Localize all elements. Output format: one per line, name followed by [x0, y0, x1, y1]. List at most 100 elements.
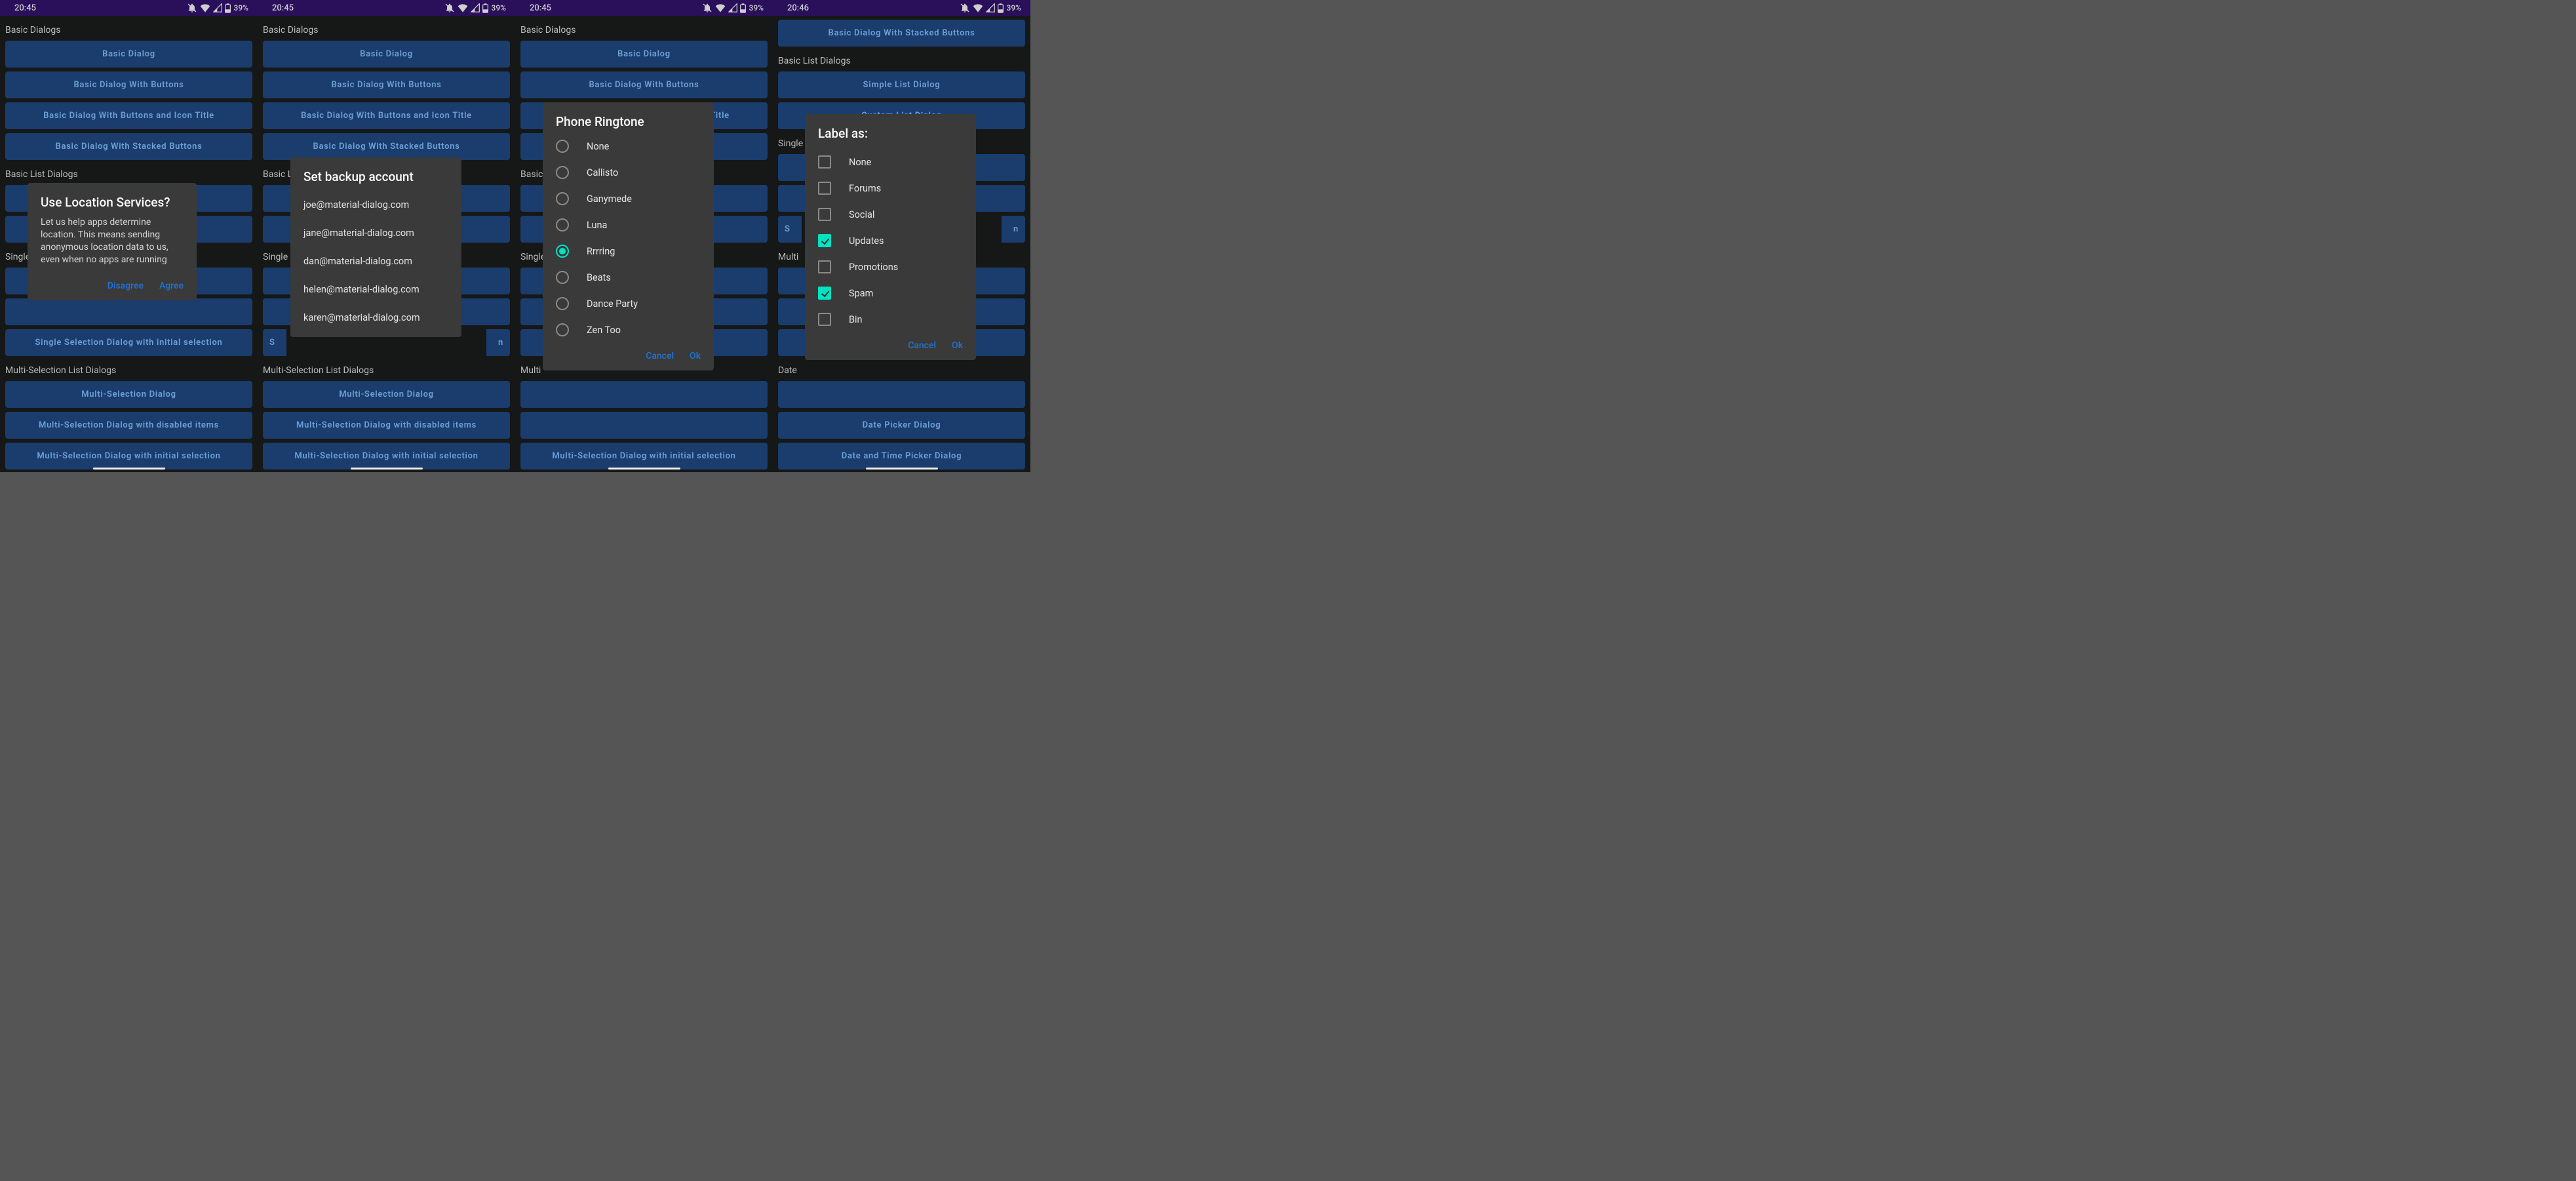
- label-option[interactable]: Spam: [811, 280, 969, 306]
- status-bar: 20:45 39%: [515, 0, 773, 16]
- status-bar: 20:45 39%: [0, 0, 258, 16]
- single-initial-left-fragment[interactable]: S: [263, 329, 286, 356]
- multi-placeholder-1[interactable]: [520, 381, 768, 408]
- date-picker-button[interactable]: Date Picker Dialog: [778, 412, 1025, 439]
- single-initial-right-fragment[interactable]: n: [1002, 216, 1025, 243]
- battery-percent: 39%: [234, 3, 248, 12]
- ringtone-option[interactable]: Zen Too: [549, 317, 707, 343]
- dnd-off-icon: [187, 3, 197, 13]
- label-option[interactable]: Social: [811, 201, 969, 228]
- basic-dialog-icon-button[interactable]: Basic Dialog With Buttons and Icon Title: [5, 102, 252, 129]
- dialog-title: Label as:: [805, 114, 976, 149]
- checkbox-icon: [818, 260, 831, 273]
- multi-disabled-button[interactable]: [520, 412, 768, 439]
- basic-dialog-buttons-button[interactable]: Basic Dialog With Buttons: [263, 71, 510, 98]
- section-list-dialogs: Basic List Dialogs: [5, 164, 252, 185]
- single-placeholder-2[interactable]: [5, 298, 252, 325]
- basic-dialog-icon-button[interactable]: Basic Dialog With Buttons and Icon Title: [263, 102, 510, 129]
- basic-dialog-buttons-button[interactable]: Basic Dialog With Buttons: [520, 71, 768, 98]
- nav-handle[interactable]: [866, 468, 938, 470]
- option-label: Updates: [849, 235, 884, 247]
- radio-icon: [556, 271, 569, 284]
- ringtone-option[interactable]: Dance Party: [549, 290, 707, 317]
- radio-icon: [556, 140, 569, 153]
- status-icons: 39%: [960, 3, 1021, 13]
- multi-disabled-button[interactable]: Multi-Selection Dialog with disabled ite…: [5, 412, 252, 439]
- ok-button[interactable]: Ok: [690, 351, 701, 361]
- date-time-picker-button[interactable]: Date and Time Picker Dialog: [778, 443, 1025, 470]
- multi-selection-button[interactable]: Multi-Selection Dialog: [263, 381, 510, 408]
- backup-account-item[interactable]: joe@material-dialog.com: [290, 191, 461, 219]
- option-label: Spam: [849, 288, 873, 299]
- radio-icon: [556, 166, 569, 179]
- single-initial-button[interactable]: Single Selection Dialog with initial sel…: [5, 329, 252, 356]
- label-option[interactable]: Promotions: [811, 254, 969, 280]
- nav-handle[interactable]: [608, 468, 680, 470]
- multi-disabled-button[interactable]: Multi-Selection Dialog with disabled ite…: [263, 412, 510, 439]
- basic-dialog-stacked-button[interactable]: Basic Dialog With Stacked Buttons: [263, 133, 510, 160]
- phone-4: 20:46 39% Basic Dialog With Stacked Butt…: [773, 0, 1030, 472]
- cancel-button[interactable]: Cancel: [908, 340, 936, 351]
- ringtone-option[interactable]: Luna: [549, 212, 707, 238]
- status-time: 20:45: [272, 3, 294, 13]
- checkbox-icon: [818, 313, 831, 326]
- wifi-icon: [458, 3, 468, 12]
- label-option[interactable]: None: [811, 149, 969, 175]
- checkbox-icon: [818, 287, 831, 300]
- dialog-title: Use Location Services?: [28, 183, 197, 216]
- option-label: Bin: [849, 314, 863, 325]
- backup-account-item[interactable]: jane@material-dialog.com: [290, 219, 461, 247]
- multi-initial-button[interactable]: Multi-Selection Dialog with initial sele…: [520, 443, 768, 470]
- wifi-icon: [715, 3, 726, 12]
- ringtone-option[interactable]: Beats: [549, 264, 707, 290]
- ringtone-option[interactable]: Callisto: [549, 159, 707, 186]
- ringtone-option[interactable]: Ganymede: [549, 186, 707, 212]
- dnd-off-icon: [702, 3, 712, 13]
- single-initial-right-fragment[interactable]: n: [486, 329, 510, 356]
- agree-button[interactable]: Agree: [159, 281, 184, 291]
- single-initial-left-fragment[interactable]: S: [778, 216, 802, 243]
- dnd-off-icon: [960, 3, 970, 13]
- option-label: None: [587, 141, 609, 152]
- label-option[interactable]: Updates: [811, 228, 969, 254]
- ringtone-option[interactable]: Rrrring: [549, 238, 707, 264]
- ringtone-dialog: Phone Ringtone NoneCallistoGanymedeLunaR…: [543, 102, 714, 370]
- dialog-actions: Cancel Ok: [543, 343, 714, 370]
- signal-icon: [986, 3, 995, 12]
- time-placeholder[interactable]: [778, 381, 1025, 408]
- radio-icon: [556, 323, 569, 336]
- backup-account-item[interactable]: karen@material-dialog.com: [290, 304, 461, 332]
- option-label: Forums: [849, 183, 881, 194]
- option-label: Zen Too: [587, 325, 621, 336]
- basic-dialog-button[interactable]: Basic Dialog: [520, 41, 768, 68]
- nav-handle[interactable]: [351, 468, 423, 470]
- status-time: 20:45: [14, 3, 36, 13]
- section-multi-dialogs: Multi-Selection List Dialogs: [5, 360, 252, 381]
- basic-dialog-stacked-button[interactable]: Basic Dialog With Stacked Buttons: [778, 20, 1025, 47]
- nav-handle[interactable]: [93, 468, 165, 470]
- radio-icon: [556, 245, 569, 258]
- backup-account-dialog: Set backup account joe@material-dialog.c…: [290, 157, 461, 337]
- wifi-icon: [973, 3, 983, 12]
- basic-dialog-stacked-button[interactable]: Basic Dialog With Stacked Buttons: [5, 133, 252, 160]
- basic-dialog-button[interactable]: Basic Dialog: [263, 41, 510, 68]
- multi-initial-button[interactable]: Multi-Selection Dialog with initial sele…: [5, 443, 252, 470]
- label-option[interactable]: Bin: [811, 306, 969, 332]
- label-option[interactable]: Forums: [811, 175, 969, 201]
- phone-1: 20:45 39% Basic Dialogs Basic Dialog Bas…: [0, 0, 258, 472]
- radio-icon: [556, 218, 569, 231]
- disagree-button[interactable]: Disagree: [107, 281, 144, 291]
- simple-list-dialog-button[interactable]: Simple List Dialog: [778, 71, 1025, 98]
- multi-selection-button[interactable]: Multi-Selection Dialog: [5, 381, 252, 408]
- backup-account-item[interactable]: dan@material-dialog.com: [290, 247, 461, 275]
- basic-dialog-buttons-button[interactable]: Basic Dialog With Buttons: [5, 71, 252, 98]
- ok-button[interactable]: Ok: [952, 340, 963, 351]
- ringtone-option[interactable]: None: [549, 133, 707, 159]
- basic-dialog-button[interactable]: Basic Dialog: [5, 41, 252, 68]
- option-label: Social: [849, 209, 874, 220]
- option-label: Promotions: [849, 262, 898, 273]
- multi-initial-button[interactable]: Multi-Selection Dialog with initial sele…: [263, 443, 510, 470]
- cancel-button[interactable]: Cancel: [646, 351, 674, 361]
- backup-account-item[interactable]: helen@material-dialog.com: [290, 275, 461, 304]
- signal-icon: [728, 3, 737, 12]
